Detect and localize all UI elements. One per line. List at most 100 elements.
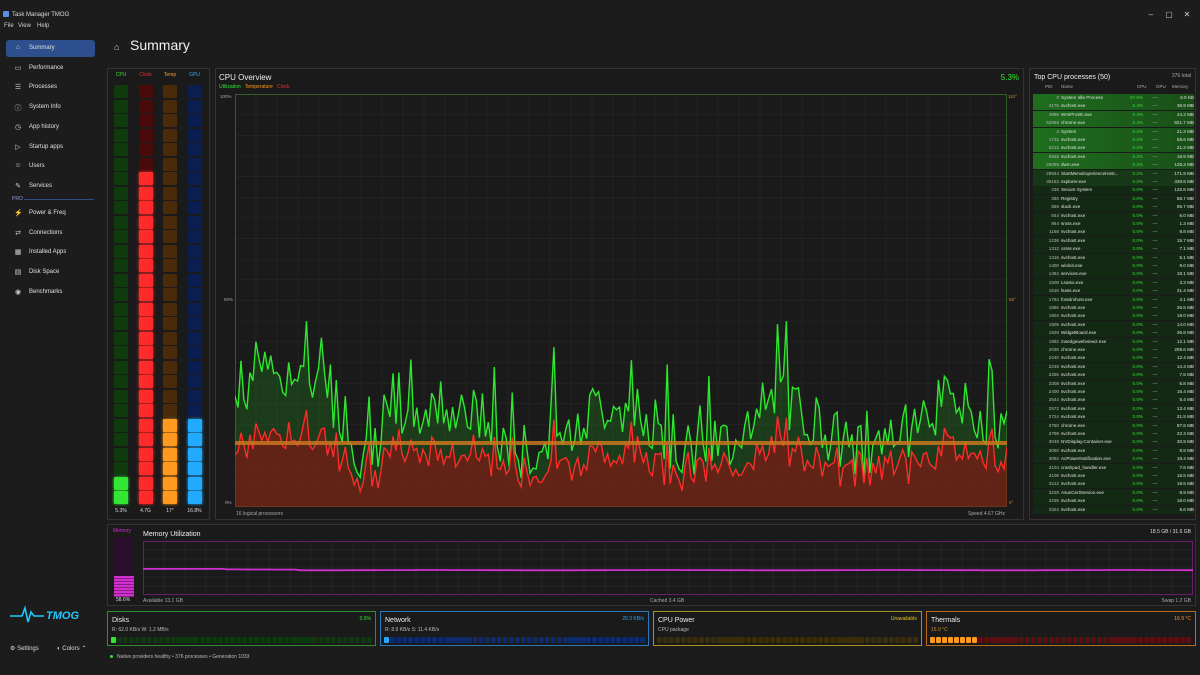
process-row[interactable]: 3060 svchost.exe 0.0% — 8.8 MB: [1033, 446, 1194, 455]
process-row[interactable]: 2400 svchost.exe 0.0% — 16.4 MB: [1033, 388, 1194, 396]
process-row[interactable]: 1516 lsass.exe 0.0% — 31.4 MB: [1033, 287, 1194, 296]
process-cpu: 0.0%: [1132, 397, 1143, 403]
process-row[interactable]: 2544 svchost.exe 0.0% — 8.4 MB: [1033, 396, 1194, 405]
colors-button[interactable]: ◐ Colors ⌃: [57, 645, 86, 652]
process-row[interactable]: 2256 svchost.exe 0.0% — 7.5 MB: [1033, 371, 1194, 380]
sidebar-item-system-info[interactable]: ⓘ System Info: [6, 99, 95, 116]
process-row[interactable]: 1928 WidgetBoard.exe 0.0% — 36.8 MB: [1033, 329, 1194, 338]
network-card[interactable]: Network R: 8.9 KB/s S: 11.4 KB/s 20.3 KB…: [380, 611, 649, 646]
cpu-power-card[interactable]: CPU Power CPU package Unavailable: [653, 611, 922, 646]
sidebar-item-disk-space[interactable]: ▤ Disk Space: [6, 264, 95, 281]
sidebar-item-startup-apps[interactable]: ▷ Startup apps: [6, 139, 95, 156]
process-row[interactable]: 2240 svchost.exe 0.0% — 12.4 MB: [1033, 354, 1194, 363]
process-row[interactable]: 2036 chrome.exe 0.0% — 208.6 MB: [1033, 346, 1194, 354]
bar-segment: [163, 114, 177, 127]
process-row[interactable]: 1168 svchost.exe 0.0% — 9.8 MB: [1033, 228, 1194, 237]
process-row[interactable]: 1484 services.exe 0.0% — 18.1 MB: [1033, 270, 1194, 279]
sidebar-item-users[interactable]: ☺ Users: [6, 158, 95, 175]
process-row[interactable]: 1400 wininit.exe 0.0% — 9.0 MB: [1033, 262, 1194, 270]
disks-card[interactable]: Disks R: 62.0 KB/s W: 1.2 MB/s 0.6%: [107, 611, 376, 646]
process-name: System Idle Process: [1061, 95, 1103, 100]
process-row[interactable]: 2798 svchost.exe 0.0% — 22.3 MB: [1033, 430, 1194, 438]
maximize-button[interactable]: ▢: [1162, 10, 1176, 19]
process-row[interactable]: 2760 chrome.exe 0.0% — 97.8 MB: [1033, 421, 1194, 430]
process-row[interactable]: 280 Registry 0.0% — 56.7 MB: [1033, 194, 1194, 203]
process-row[interactable]: 36152 explorer.exe 0.2% — 338.8 MB: [1033, 178, 1194, 186]
process-row[interactable]: 2308 svchost.exe 0.0% — 6.8 MB: [1033, 379, 1194, 388]
process-row[interactable]: 844 svchost.exe 0.0% — 6.0 MB: [1033, 211, 1194, 220]
sidebar-item-processes[interactable]: ☰ Processes: [6, 79, 95, 96]
process-row[interactable]: 864 smss.exe 0.0% — 1.3 MB: [1033, 220, 1194, 228]
process-row[interactable]: 29944 StartMenuExperienceHost... 0.2% — 171.…: [1033, 169, 1194, 178]
thermals-card[interactable]: Thermals 16.9 °C 16.9 °C: [926, 611, 1196, 646]
card-bar-segment: [1156, 637, 1162, 643]
col-memory[interactable]: Memory: [1172, 84, 1188, 89]
sidebar-item-power-freq[interactable]: ⚡ Power & Freq: [6, 205, 95, 222]
sidebar-item-installed-apps[interactable]: ▦ Installed Apps: [6, 244, 95, 261]
disks-bar: [111, 637, 373, 643]
process-row[interactable]: 2724 svchost.exe 0.0% — 21.5 MB: [1033, 413, 1194, 422]
process-row[interactable]: 3048 NVDisplay.Container.exe 0.0% — 30.9 MB: [1033, 438, 1194, 447]
process-row[interactable]: 1236 svchost.exe 0.0% — 15.7 MB: [1033, 236, 1194, 245]
card-bar-segment: [1185, 637, 1192, 643]
process-gpu: —: [1152, 305, 1158, 310]
col-gpu[interactable]: GPU: [1156, 84, 1166, 89]
process-memory: 18.0 MB: [1176, 498, 1194, 504]
process-row[interactable]: 28096 dwm.exe 0.2% — 125.3 MB: [1033, 161, 1194, 170]
process-row[interactable]: 4996 WmiPrvSE.exe 0.4% — 44.3 MB: [1033, 110, 1194, 119]
sidebar-item-summary[interactable]: ⌂ Summary: [6, 40, 95, 57]
process-row[interactable]: 3108 svchost.exe 0.0% — 15.5 MB: [1033, 472, 1194, 480]
bar-segment: [187, 215, 202, 229]
process-gpu: —: [1152, 439, 1158, 445]
col-name[interactable]: Name: [1061, 84, 1073, 89]
process-row[interactable]: 1904 svchost.exe 0.0% — 18.0 MB: [1033, 312, 1194, 321]
process-row[interactable]: 1856 svchost.exe 0.0% — 25.5 MB: [1033, 304, 1194, 312]
process-cpu: 0.0%: [1132, 347, 1143, 352]
process-row[interactable]: 3092 AcPowerNotification.exe 0.0% — 19.4 MB: [1033, 455, 1194, 464]
bar-segment: [138, 99, 153, 113]
bar-segment: [138, 462, 153, 475]
process-row[interactable]: 6948 svchost.exe 0.2% — 18.5 MB: [1033, 152, 1194, 161]
card-bar-segment: [627, 637, 634, 643]
close-button[interactable]: ✕: [1180, 10, 1194, 19]
bar-segment: [138, 317, 153, 330]
menu-file[interactable]: File: [4, 23, 14, 29]
process-row[interactable]: 236 Secure System 0.0% — 132.8 MB: [1033, 186, 1194, 195]
process-row[interactable]: 1732 svchost.exe 0.2% — 58.6 MB: [1033, 136, 1194, 144]
minimize-button[interactable]: –: [1144, 10, 1158, 19]
process-cpu: 0.0%: [1132, 414, 1143, 420]
card-bar-segment: [1001, 637, 1007, 643]
process-row[interactable]: 1908 svchost.exe 0.0% — 14.0 MB: [1033, 320, 1194, 329]
process-row[interactable]: 1764 fontdrvhost.exe 0.0% — 4.1 MB: [1033, 295, 1194, 304]
process-row[interactable]: 1508 LsaIso.exe 0.0% — 3.3 MB: [1033, 278, 1194, 287]
process-row[interactable]: 4 System 0.2% — 21.3 MB: [1033, 127, 1194, 136]
process-row[interactable]: 2572 svchost.exe 0.0% — 13.4 MB: [1033, 404, 1194, 413]
process-row[interactable]: 2248 svchost.exe 0.0% — 14.4 MB: [1033, 362, 1194, 371]
sidebar-item-connections[interactable]: ⇄ Connections: [6, 225, 95, 242]
bar-segment: [187, 389, 202, 403]
sidebar-item-performance[interactable]: ▭ Performance: [6, 60, 95, 77]
process-row[interactable]: 3228 AsusCertService.exe 0.0% — 8.9 MB: [1033, 488, 1194, 497]
process-row[interactable]: 1992 msedgewebview2.exe 0.0% — 12.1 MB: [1033, 337, 1194, 346]
process-row[interactable]: 0 System Idle Process 97.5% — 8.0 KB: [1033, 94, 1194, 102]
process-row[interactable]: 3212 svchost.exe 0.0% — 19.5 MB: [1033, 480, 1194, 489]
process-row[interactable]: 856 slack.exe 0.0% — 95.7 MB: [1033, 203, 1194, 212]
process-row[interactable]: 1316 svchost.exe 0.0% — 5.1 MB: [1033, 253, 1194, 262]
process-row[interactable]: 3104 crashpad_handler.exe 0.0% — 7.6 MB: [1033, 463, 1194, 472]
process-row[interactable]: 3324 svchost.exe 0.0% — 6.6 MB: [1033, 505, 1194, 514]
process-row[interactable]: 52656 chrome.exe 0.4% — 821.7 MB: [1033, 119, 1194, 128]
menu-help[interactable]: Help: [37, 23, 49, 29]
col-pid[interactable]: PID: [1045, 84, 1053, 89]
sidebar-item-benchmarks[interactable]: ◉ Benchmarks: [6, 284, 95, 301]
card-bar-segment: [722, 637, 728, 643]
settings-button[interactable]: ⚙ Settings: [10, 645, 39, 652]
process-row[interactable]: 5212 svchost.exe 0.2% — 21.2 MB: [1033, 144, 1194, 153]
col-cpu[interactable]: CPU: [1137, 84, 1147, 89]
sidebar-item-app-history[interactable]: ◷ App history: [6, 119, 95, 136]
process-row[interactable]: 3236 svchost.exe 0.0% — 18.0 MB: [1033, 497, 1194, 506]
process-row[interactable]: 1312 csrss.exe 0.0% — 7.1 MB: [1033, 245, 1194, 254]
process-row[interactable]: 4176 svchost.exe 0.4% — 36.9 MB: [1033, 102, 1194, 111]
menu-view[interactable]: View: [18, 23, 31, 29]
sidebar-item-services[interactable]: ✎ Services: [6, 178, 95, 195]
process-pid: 2308: [1048, 380, 1059, 386]
